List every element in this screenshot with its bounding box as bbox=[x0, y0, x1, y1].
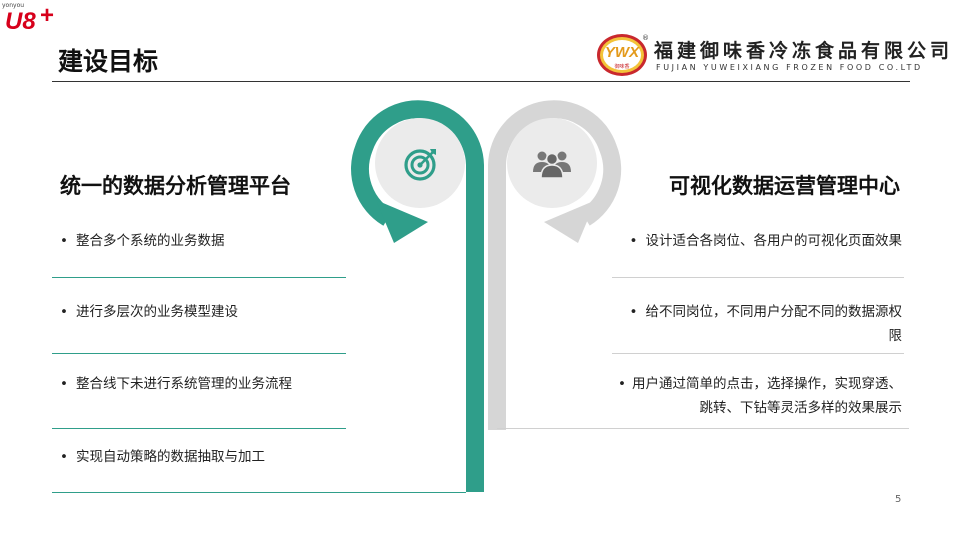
bullet: • bbox=[60, 449, 68, 465]
bullet: • bbox=[60, 304, 68, 320]
bullet: • bbox=[629, 233, 638, 249]
right-item-text: 设计适合各岗位、各用户的可视化页面效果 bbox=[645, 233, 903, 249]
left-divider bbox=[52, 353, 346, 354]
right-list-item: • 用户通过简单的点击，选择操作，实现穿透、 跳转、下钻等灵活多样的效果展示 bbox=[618, 372, 902, 420]
left-item-text: 整合线下未进行系统管理的业务流程 bbox=[75, 376, 292, 392]
bullet: • bbox=[60, 233, 68, 249]
left-divider bbox=[52, 428, 346, 429]
bullet: • bbox=[60, 376, 68, 392]
left-item-text: 进行多层次的业务模型建设 bbox=[75, 304, 238, 320]
page-number: 5 bbox=[895, 494, 902, 505]
right-item-text-line2: 限 bbox=[888, 328, 903, 344]
left-bottom-divider bbox=[52, 492, 466, 493]
right-divider bbox=[612, 353, 904, 354]
right-list-item: • 设计适合各岗位、各用户的可视化页面效果 bbox=[630, 229, 902, 253]
left-item-text: 实现自动策略的数据抽取与加工 bbox=[75, 449, 265, 465]
right-item-text-line2: 跳转、下钻等灵活多样的效果展示 bbox=[699, 400, 903, 416]
bullet: • bbox=[618, 376, 626, 392]
left-list-item: • 整合线下未进行系统管理的业务流程 bbox=[60, 372, 292, 396]
right-list-item: • 给不同岗位，不同用户分配不同的数据源权 限 bbox=[630, 300, 902, 348]
bullet: • bbox=[629, 304, 638, 320]
right-item-text: 用户通过简单的点击，选择操作，实现穿透、 bbox=[632, 376, 902, 392]
right-section-title: 可视化数据运营管理中心 bbox=[669, 174, 900, 198]
left-divider bbox=[52, 277, 346, 278]
left-list-item: • 实现自动策略的数据抽取与加工 bbox=[60, 445, 265, 469]
left-list-item: • 整合多个系统的业务数据 bbox=[60, 229, 224, 253]
right-item-text: 给不同岗位，不同用户分配不同的数据源权 bbox=[645, 304, 903, 320]
right-divider bbox=[612, 277, 904, 278]
right-bottom-divider bbox=[497, 428, 909, 429]
left-item-text: 整合多个系统的业务数据 bbox=[75, 233, 225, 249]
left-list-item: • 进行多层次的业务模型建设 bbox=[60, 300, 238, 324]
left-section-title: 统一的数据分析管理平台 bbox=[60, 174, 291, 198]
